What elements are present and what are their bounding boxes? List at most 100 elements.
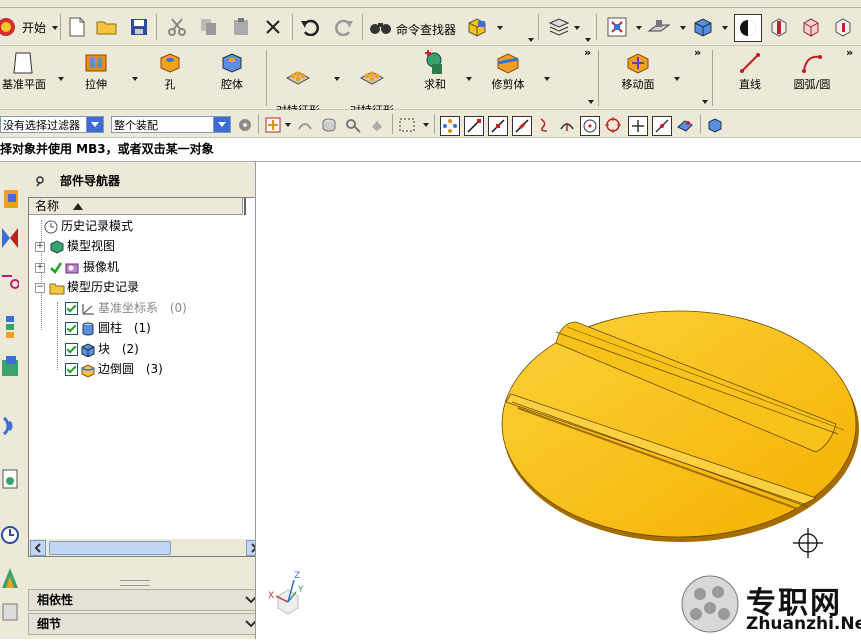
section-cube-icon[interactable] (766, 14, 792, 40)
trim-body-button[interactable]: 修剪体 (478, 50, 538, 91)
datum-plane-button[interactable]: 基准平面 (0, 50, 54, 91)
clock-icon[interactable] (0, 520, 19, 550)
scroll-thumb[interactable] (49, 541, 171, 555)
arc-center-icon[interactable] (558, 116, 576, 134)
chevron-down-icon[interactable] (544, 77, 550, 81)
fit-view-icon[interactable] (604, 14, 630, 40)
chevron-down-icon[interactable] (213, 117, 230, 132)
snap-all-icon[interactable] (440, 116, 460, 136)
column-header-name[interactable]: 名称 (29, 198, 243, 215)
extrude-button[interactable]: 拉伸 (66, 50, 126, 91)
point-on-face-icon[interactable] (676, 116, 694, 134)
tree-item-edge-blend[interactable]: 边倒圆 (3) (65, 359, 163, 379)
tree-item-model-history[interactable]: − 模型历史记录 (35, 277, 139, 297)
details-panel-header[interactable]: 细节 (28, 613, 264, 635)
pin-icon[interactable] (34, 175, 46, 187)
chevron-down-icon[interactable] (86, 117, 103, 132)
chevron-down-icon[interactable] (702, 100, 708, 104)
save-icon[interactable] (126, 14, 152, 40)
clip-cube-icon[interactable] (830, 14, 856, 40)
chevron-down-icon[interactable] (585, 38, 591, 42)
chevron-down-icon[interactable] (58, 77, 64, 81)
chevron-down-icon[interactable] (528, 38, 534, 42)
overflow-icon[interactable]: » (694, 46, 701, 59)
body-select-icon[interactable] (368, 116, 386, 134)
move-face-button[interactable]: 移动面 (608, 50, 668, 91)
selection-scope-combo[interactable]: 整个装配 (111, 116, 231, 133)
chevron-down-icon[interactable] (423, 123, 429, 127)
endpoint-icon[interactable] (464, 116, 484, 136)
chevron-down-icon[interactable] (132, 77, 138, 81)
chevron-down-icon[interactable] (52, 26, 58, 30)
visibility-checkbox[interactable] (65, 343, 78, 356)
shade-cube-icon[interactable] (464, 14, 490, 40)
snap-point-icon[interactable] (264, 116, 282, 134)
web-browser-icon[interactable] (0, 410, 19, 440)
pocket-button[interactable]: 腔体 (202, 50, 262, 91)
chevron-down-icon[interactable] (466, 77, 472, 81)
constraint-navigator-icon[interactable] (0, 222, 19, 252)
chevron-down-icon[interactable] (285, 123, 291, 127)
rectangle-select-icon[interactable] (398, 116, 416, 134)
arc-circle-button[interactable]: 圆弧/圆 (782, 50, 842, 91)
overflow-icon[interactable]: » (584, 46, 591, 59)
disc-model[interactable] (501, 310, 859, 542)
midpoint-icon[interactable] (488, 116, 508, 136)
cut-icon[interactable] (164, 14, 190, 40)
type-filter-combo[interactable]: 没有选择过滤器 (0, 116, 104, 133)
cylinder-select-icon[interactable] (320, 116, 338, 134)
render-cube-icon[interactable] (690, 14, 716, 40)
horizontal-scrollbar[interactable] (29, 539, 263, 556)
visibility-checkbox[interactable] (65, 363, 78, 376)
chevron-down-icon[interactable] (674, 77, 680, 81)
sort-ascending-icon[interactable] (73, 203, 83, 210)
start-button[interactable]: 开始 (22, 19, 46, 36)
reuse-library-icon[interactable] (0, 312, 19, 342)
redo-icon[interactable] (330, 14, 356, 40)
point-on-curve-icon[interactable] (652, 116, 672, 136)
unite-button[interactable]: 求和 (405, 50, 465, 91)
binoculars-icon[interactable] (368, 14, 394, 40)
edge-display-icon[interactable] (734, 14, 762, 42)
view-orient-icon[interactable] (646, 14, 672, 40)
tree-item-cylinder[interactable]: 圆柱 (1) (65, 318, 151, 338)
splitter-handle[interactable] (120, 580, 150, 586)
undo-icon[interactable] (298, 14, 324, 40)
layer-stack-icon[interactable] (546, 14, 572, 40)
menu-bar[interactable] (0, 0, 861, 8)
wireframe-cube-icon[interactable] (798, 14, 824, 40)
expand-icon[interactable]: + (35, 262, 45, 273)
copy-icon[interactable] (196, 14, 222, 40)
chevron-down-icon[interactable] (574, 26, 580, 30)
expand-icon[interactable]: + (35, 241, 45, 252)
scroll-left-icon[interactable] (30, 540, 46, 556)
assembly-navigator-icon[interactable] (0, 184, 19, 214)
line-button[interactable]: 直线 (720, 50, 780, 91)
visibility-checkbox[interactable] (65, 302, 78, 315)
solid-cube-icon[interactable] (706, 116, 724, 134)
chevron-down-icon[interactable] (334, 77, 340, 81)
chevron-down-icon[interactable] (588, 100, 594, 104)
chevron-down-icon[interactable] (636, 26, 642, 30)
reset-filter-icon[interactable] (236, 116, 254, 134)
system-materials-icon[interactable] (0, 562, 19, 592)
control-point-icon[interactable] (512, 116, 532, 136)
tree-item-datum-csys[interactable]: 基准坐标系 (0) (65, 298, 187, 318)
chevron-down-icon[interactable] (722, 26, 728, 30)
roles-icon[interactable] (0, 596, 19, 626)
tree-item-model-views[interactable]: + 模型视图 (35, 236, 115, 256)
face-select-icon[interactable] (344, 116, 362, 134)
circle-center-icon[interactable] (580, 116, 600, 136)
paste-icon[interactable] (228, 14, 254, 40)
hole-button[interactable]: 孔 (140, 50, 200, 91)
tree-item-block[interactable]: 块 (2) (65, 339, 139, 359)
open-folder-icon[interactable] (94, 14, 120, 40)
dependencies-panel-header[interactable]: 相依性 (28, 589, 264, 611)
quadrant-point-icon[interactable] (604, 116, 622, 134)
tree-item-cameras[interactable]: + 摄像机 (35, 257, 119, 277)
collapse-icon[interactable]: − (35, 282, 45, 293)
start-icon[interactable] (0, 16, 20, 38)
part-navigator-icon[interactable] (0, 266, 20, 296)
command-finder-button[interactable]: 命令查找器 (396, 21, 456, 38)
model-canvas[interactable]: X Z Y (256, 162, 861, 639)
